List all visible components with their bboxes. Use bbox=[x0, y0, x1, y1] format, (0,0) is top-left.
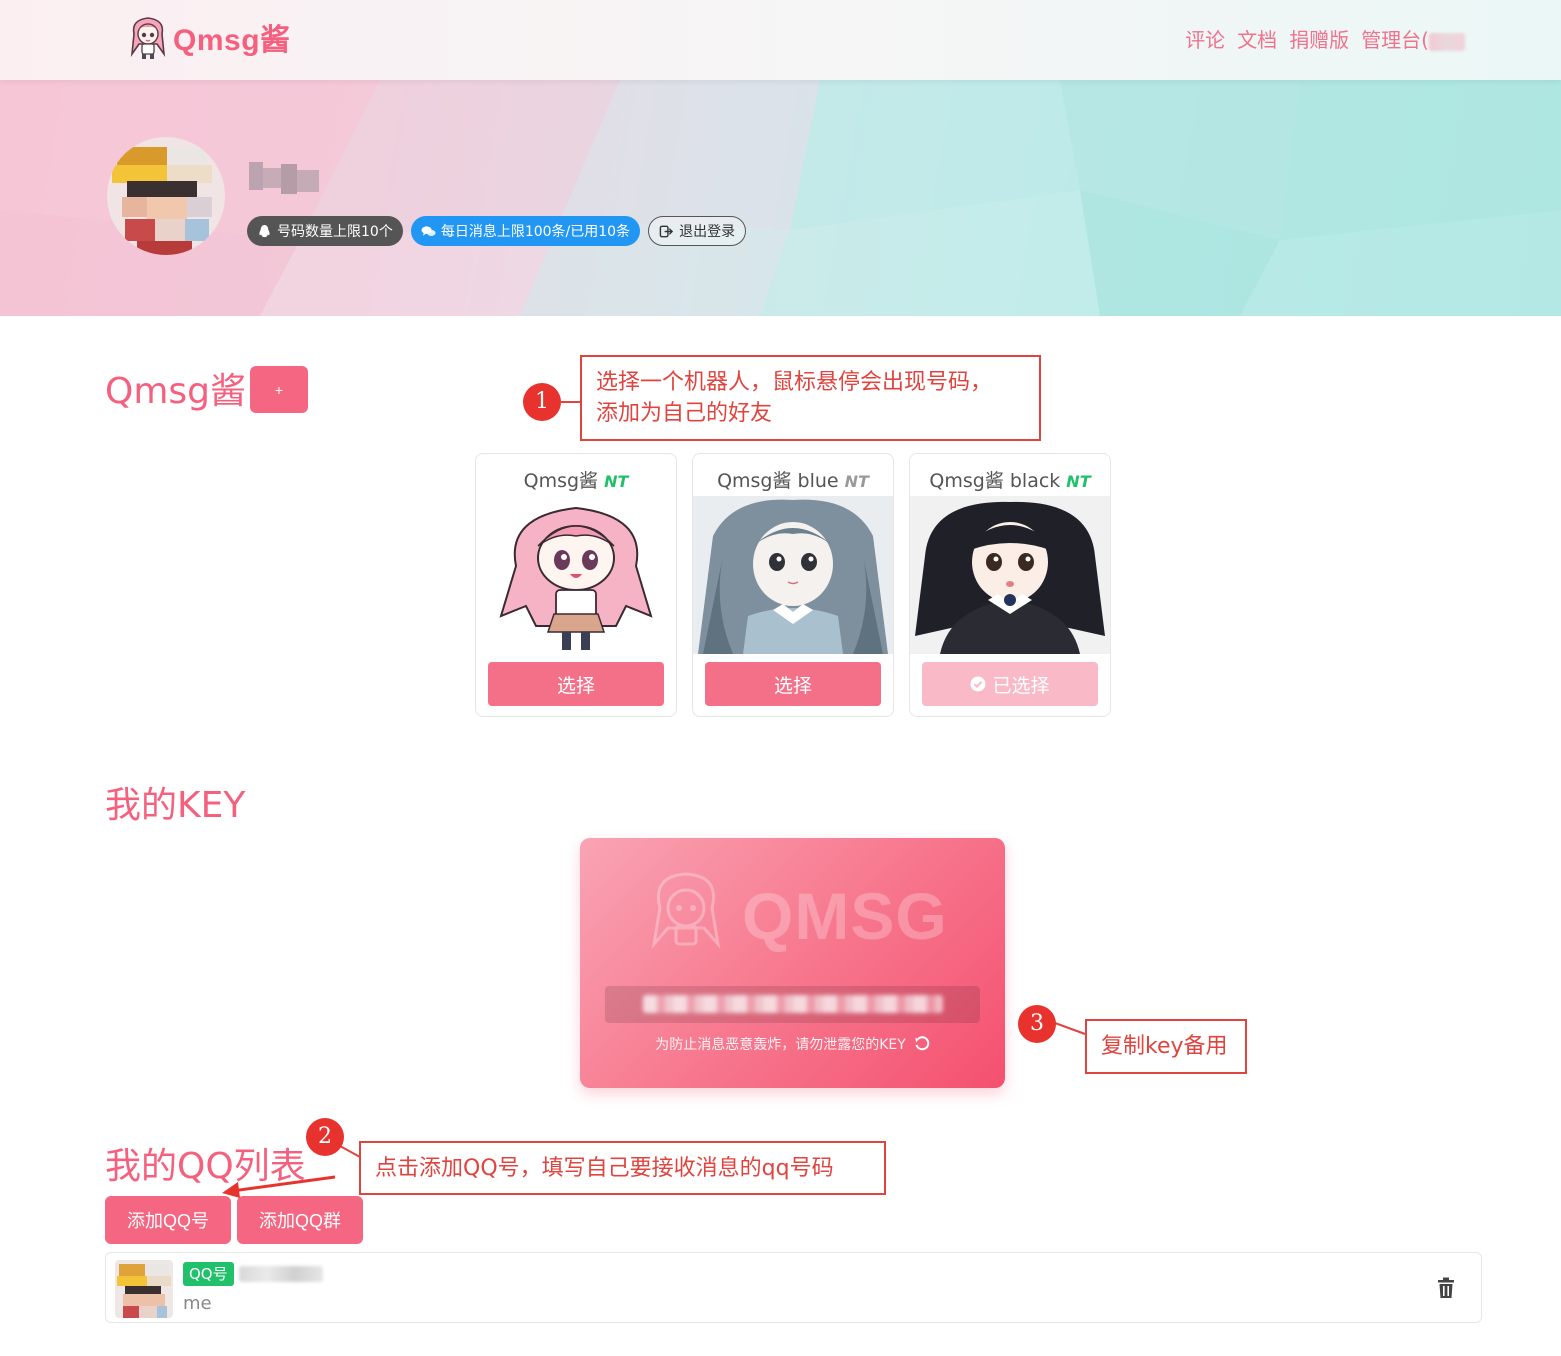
annotation-2: 点击添加QQ号，填写自己要接收消息的qq号码 bbox=[359, 1141, 886, 1195]
annotation-2-text: 点击添加QQ号，填写自己要接收消息的qq号码 bbox=[375, 1156, 834, 1181]
annotation-3-text: 复制key备用 bbox=[1101, 1034, 1228, 1059]
chat-bubbles-icon bbox=[421, 225, 436, 236]
bot-card-black: Qmsg酱 black NT 已选择 bbox=[909, 453, 1111, 717]
qq-avatar bbox=[115, 1260, 173, 1318]
brand-logo-icon bbox=[130, 17, 166, 59]
brand[interactable]: Qmsg酱 bbox=[127, 14, 291, 60]
logout-icon bbox=[659, 225, 674, 237]
qq-section-title: 我的QQ列表 bbox=[105, 1146, 306, 1187]
qq-penguin-icon bbox=[259, 224, 270, 237]
annotation-1-line1: 选择一个机器人，鼠标悬停会出现号码， bbox=[596, 370, 993, 395]
account-badges: 号码数量上限10个 每日消息上限100条/已用10条 退出登录 bbox=[247, 216, 747, 246]
annotation-1-number: 1 bbox=[523, 383, 561, 421]
add-qq-button[interactable]: 添加QQ号 bbox=[105, 1196, 231, 1244]
banner-background bbox=[0, 80, 1561, 316]
quota-text: 号码数量上限10个 bbox=[277, 224, 393, 240]
messages-text: 每日消息上限100条/已用10条 bbox=[440, 224, 631, 240]
nav-donation[interactable]: 捐赠版 bbox=[1289, 24, 1349, 53]
bot-title: Qmsg酱 black NT bbox=[910, 466, 1110, 493]
user-avatar bbox=[107, 137, 225, 255]
bot-title: Qmsg酱 blue NT bbox=[693, 466, 893, 493]
bot-blue-illustration bbox=[693, 496, 893, 654]
bot-card-blue: Qmsg酱 blue NT 选择 bbox=[692, 453, 894, 717]
nav-admin-redacted-user bbox=[1429, 32, 1465, 51]
watermark-text: QMSG bbox=[742, 879, 948, 953]
qq-number-redacted bbox=[239, 1266, 323, 1282]
key-redacted bbox=[643, 995, 943, 1013]
key-note: 为防止消息恶意轰炸，请勿泄露您的KEY bbox=[580, 1034, 1005, 1054]
annotation-2-number: 2 bbox=[306, 1118, 344, 1156]
bots-section-title: Qmsg酱 bbox=[105, 371, 247, 412]
bot-list: Qmsg酱 NT 选择 Qmsg酱 blue NT 选择 Qmsg酱 black… bbox=[475, 453, 1111, 717]
quota-badge: 号码数量上限10个 bbox=[247, 216, 403, 246]
key-value-field[interactable] bbox=[605, 986, 980, 1023]
nav-comments[interactable]: 评论 bbox=[1185, 24, 1225, 53]
bot-title: Qmsg酱 NT bbox=[476, 466, 676, 493]
qq-list-item: QQ号 me bbox=[105, 1252, 1482, 1323]
nt-tag: NT bbox=[844, 472, 869, 491]
qq-remark: me bbox=[183, 1293, 212, 1314]
logout-label: 退出登录 bbox=[679, 224, 736, 240]
profile-banner: 号码数量上限10个 每日消息上限100条/已用10条 退出登录 bbox=[0, 80, 1561, 316]
bot-name: Qmsg酱 black bbox=[929, 470, 1061, 492]
bot-card-pink: Qmsg酱 NT 选择 bbox=[475, 453, 677, 717]
username-redacted bbox=[249, 162, 319, 194]
selected-bot-button[interactable]: 已选择 bbox=[922, 662, 1098, 706]
key-section-title: 我的KEY bbox=[105, 785, 246, 826]
annotation-3: 复制key备用 bbox=[1085, 1019, 1247, 1074]
qq-type-tag: QQ号 bbox=[183, 1262, 234, 1286]
selected-label: 已选择 bbox=[992, 675, 1050, 697]
refresh-icon[interactable] bbox=[914, 1036, 930, 1052]
annotation-1: 选择一个机器人，鼠标悬停会出现号码， 添加为自己的好友 bbox=[580, 355, 1041, 441]
key-card: QMSG 为防止消息恶意轰炸，请勿泄露您的KEY bbox=[580, 838, 1005, 1088]
add-qq-group-button[interactable]: 添加QQ群 bbox=[237, 1196, 363, 1244]
bot-name: Qmsg酱 blue bbox=[717, 470, 839, 492]
nt-tag: NT bbox=[1066, 472, 1091, 491]
trash-icon[interactable] bbox=[1436, 1277, 1456, 1299]
watermark-logo-icon bbox=[651, 872, 721, 949]
add-bot-button[interactable]: + bbox=[250, 366, 308, 413]
key-note-text: 为防止消息恶意轰炸，请勿泄露您的KEY bbox=[655, 1037, 906, 1053]
bot-black-illustration bbox=[910, 496, 1110, 654]
annotation-3-number: 3 bbox=[1018, 1005, 1056, 1043]
top-navbar: Qmsg酱 评论 文档 捐赠版 管理台( bbox=[0, 0, 1561, 80]
check-circle-icon bbox=[970, 676, 986, 692]
select-bot-button[interactable]: 选择 bbox=[705, 662, 881, 706]
nav-admin[interactable]: 管理台( bbox=[1361, 24, 1465, 53]
logout-button[interactable]: 退出登录 bbox=[648, 216, 747, 246]
bot-name: Qmsg酱 bbox=[523, 470, 599, 492]
top-nav: 评论 文档 捐赠版 管理台( bbox=[1185, 24, 1465, 53]
bot-pink-illustration bbox=[476, 496, 676, 654]
nav-docs[interactable]: 文档 bbox=[1237, 24, 1277, 53]
select-bot-button[interactable]: 选择 bbox=[488, 662, 664, 706]
brand-name: Qmsg酱 bbox=[173, 24, 291, 57]
nt-tag: NT bbox=[604, 472, 629, 491]
messages-badge: 每日消息上限100条/已用10条 bbox=[410, 216, 641, 246]
nav-admin-label: 管理台( bbox=[1361, 28, 1429, 52]
annotation-1-line2: 添加为自己的好友 bbox=[596, 401, 773, 426]
